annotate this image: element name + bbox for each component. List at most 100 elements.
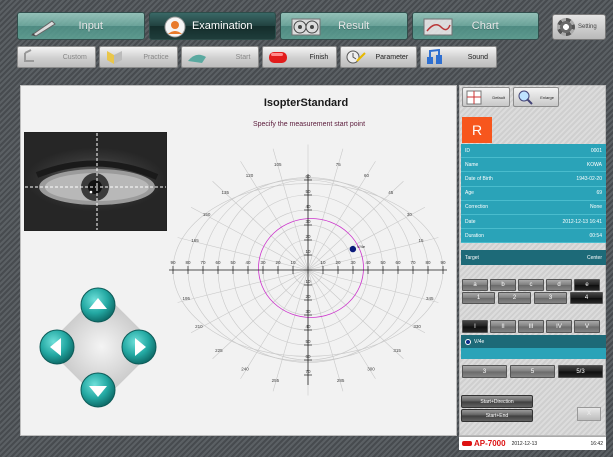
- isopter-plot[interactable]: 90 80 70 60 50 40 30 20 10 10 20 30 40 50 60 70 80 90 10 20…: [166, 128, 456, 428]
- intensity-button-0[interactable]: I: [462, 320, 488, 333]
- info-row: ID 0001: [461, 144, 606, 159]
- status-bar: AP-7000 2012-12-13 16:42: [459, 436, 606, 450]
- grid-spoke: [307, 269, 426, 334]
- info-row: Date of Birth 1943-02-20: [461, 172, 606, 187]
- x-tick-label: 50: [230, 260, 236, 265]
- x-tick-label: 20: [335, 260, 341, 265]
- kowa-logo-icon: [462, 441, 472, 446]
- size-letter-button-2[interactable]: c: [518, 279, 544, 291]
- y-tick-label: 60: [305, 174, 311, 179]
- grid-spoke: [190, 269, 309, 334]
- size-number-button-3[interactable]: 4: [570, 292, 603, 304]
- angle-label: 195: [183, 296, 191, 301]
- y-tick-label: 20: [305, 234, 311, 239]
- info-key: Correction: [465, 204, 489, 211]
- angle-label: 15: [419, 238, 425, 243]
- enlarge-view-button[interactable]: Enlarge: [513, 87, 559, 107]
- sound-button[interactable]: Sound: [420, 46, 497, 68]
- angle-label: 150: [203, 212, 211, 217]
- speed-button-1[interactable]: 5: [510, 365, 555, 378]
- tab-result[interactable]: Result: [280, 12, 408, 40]
- x-tick-label: 10: [320, 260, 326, 265]
- size-letter-button-0[interactable]: a: [462, 279, 488, 291]
- setting-button[interactable]: Setting: [552, 14, 606, 40]
- stimulus-row: V/4e: [461, 335, 606, 348]
- plot-title: IsopterStandard: [263, 97, 349, 109]
- info-key: Duration: [465, 232, 484, 239]
- tab-input-label: Input: [78, 20, 103, 32]
- speed-button-2[interactable]: 5/3: [558, 365, 603, 378]
- status-time: 16:42: [590, 440, 603, 447]
- y-tick-label: 60: [305, 354, 311, 359]
- size-letter-button-1[interactable]: b: [490, 279, 516, 291]
- enlarge-label: Enlarge: [540, 94, 554, 100]
- start-button[interactable]: Start: [180, 46, 260, 68]
- grid-spoke: [177, 269, 309, 303]
- default-view-button[interactable]: Default: [462, 87, 510, 107]
- parameter-button[interactable]: Parameter: [340, 46, 418, 68]
- info-key: Date of Birth: [465, 175, 493, 182]
- examiner-icon: [158, 16, 192, 38]
- intensity-button-4[interactable]: V: [574, 320, 600, 333]
- move-down-button[interactable]: [79, 371, 119, 411]
- y-tick-label: 30: [305, 219, 311, 224]
- size-number-button-1[interactable]: 2: [498, 292, 531, 304]
- custom-label: Custom: [62, 53, 87, 61]
- main-tab-bar: Input Examination Result Chart: [17, 12, 539, 42]
- angle-label: 75: [336, 162, 342, 167]
- move-up-button[interactable]: [79, 286, 119, 326]
- intensity-button-1[interactable]: II: [490, 320, 516, 333]
- start-point-marker: [349, 245, 357, 253]
- info-key: Age: [465, 190, 474, 197]
- tab-chart[interactable]: Chart: [411, 12, 539, 40]
- patient-info-table: ID 0001 Name KOWA Date of Birth 1943-02-20 Age…: [461, 144, 606, 244]
- intensity-button-3[interactable]: IV: [546, 320, 572, 333]
- info-row: Duration 00:54: [461, 229, 606, 244]
- speed-button-0[interactable]: 3: [462, 365, 507, 378]
- finish-button[interactable]: Finish: [262, 46, 338, 68]
- angle-label: 315: [393, 348, 401, 353]
- x-tick-label: 30: [260, 260, 266, 265]
- start-point-label: V/4e: [357, 244, 366, 249]
- y-tick-label: 50: [305, 189, 311, 194]
- x-tick-label: 70: [410, 260, 416, 265]
- start-label: Start: [235, 53, 251, 61]
- y-tick-label: 20: [305, 294, 311, 299]
- tab-examination[interactable]: Examination: [148, 12, 276, 40]
- parameter-label: Parameter: [375, 53, 409, 61]
- custom-icon: [22, 49, 44, 65]
- angle-label: 135: [222, 190, 230, 195]
- start-direction-button[interactable]: Start+Direction: [461, 395, 533, 408]
- size-number-button-0[interactable]: 1: [462, 292, 495, 304]
- intensity-button-2[interactable]: III: [518, 320, 544, 333]
- move-right-button[interactable]: [120, 328, 160, 368]
- default-label: Default: [492, 94, 505, 100]
- start-end-button[interactable]: Start+End: [461, 409, 533, 422]
- info-value: KOWA: [586, 161, 602, 168]
- info-row: Name KOWA: [461, 158, 606, 173]
- grid-spoke: [307, 269, 404, 359]
- exam-toolbar: Custom Practice Start Finish Parameter S…: [17, 46, 497, 70]
- grid-spoke: [212, 269, 309, 359]
- practice-button[interactable]: Practice: [98, 46, 178, 68]
- tab-input[interactable]: Input: [17, 12, 145, 40]
- x-tick-label: 60: [215, 260, 221, 265]
- sound-label: Sound: [467, 53, 488, 61]
- close-button[interactable]: X: [577, 407, 601, 421]
- angle-label: 330: [413, 324, 421, 329]
- info-value: 1943-02-20: [576, 175, 602, 182]
- y-tick-label: 50: [305, 339, 311, 344]
- tab-result-label: Result: [338, 20, 370, 32]
- finish-label: Finish: [309, 53, 329, 61]
- custom-button[interactable]: Custom: [17, 46, 96, 68]
- x-tick-label: 50: [380, 260, 386, 265]
- angle-label: 225: [215, 348, 223, 353]
- info-value: 2012-12-13 16:41: [562, 218, 602, 225]
- size-number-button-2[interactable]: 3: [534, 292, 567, 304]
- y-tick-label: 10: [305, 249, 311, 254]
- move-left-button[interactable]: [38, 328, 78, 368]
- target-value: Center: [586, 254, 602, 261]
- size-letter-button-3[interactable]: d: [546, 279, 572, 291]
- result-icon: [289, 17, 323, 37]
- size-letter-button-4[interactable]: e: [574, 279, 600, 291]
